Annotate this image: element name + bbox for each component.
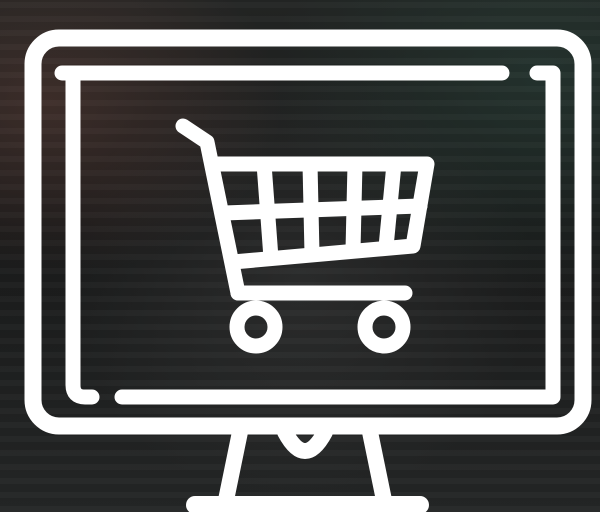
monitor-stand-notch [277,424,333,459]
cart-basket-grid-2 [302,156,320,262]
cart-basket-grid-3 [345,156,363,258]
screen-frame-left [65,65,100,405]
cart-basket-grid-1 [256,156,279,266]
cart-wheel-right [357,300,411,354]
shopping-cart-icon [175,118,435,301]
icon-scene [0,0,600,512]
cart-basket-grid-4 [378,156,402,255]
monitor-shopping-cart-icon [24,29,592,512]
cart-wheel-left [229,300,283,354]
monitor-stand-neck [217,424,393,512]
